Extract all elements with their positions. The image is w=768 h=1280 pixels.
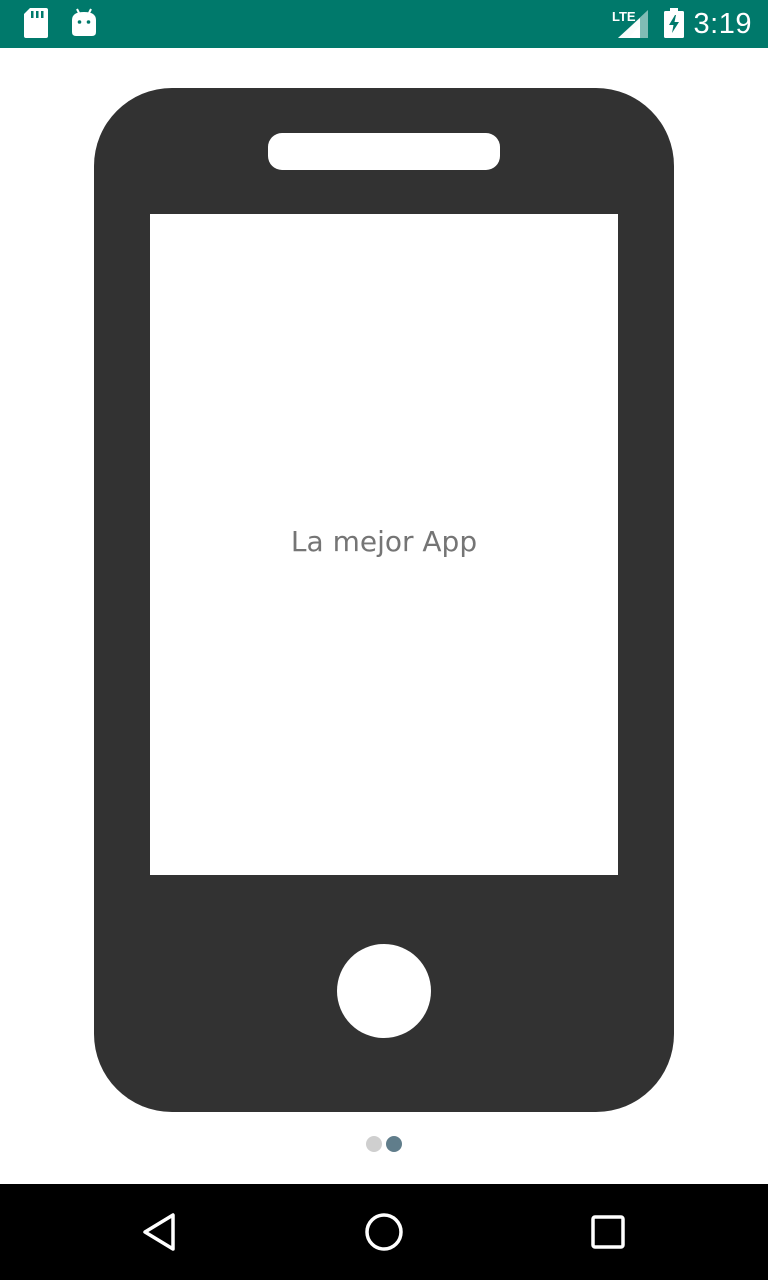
phone-illustration: La mejor App [94,88,674,1112]
android-icon [72,8,96,41]
status-time: 3:19 [693,8,752,40]
signal-icon [618,10,648,43]
page-dot-1[interactable] [366,1136,382,1152]
phone-home-button-graphic [337,944,431,1038]
status-bar: LTE 3:19 [0,0,768,48]
sd-card-icon [24,8,48,43]
phone-speaker [268,133,500,170]
battery-charging-icon [664,8,684,43]
back-icon[interactable] [138,1210,182,1254]
home-icon[interactable] [362,1210,406,1254]
page-indicator [0,1136,768,1152]
navigation-bar [0,1184,768,1280]
phone-screen: La mejor App [150,214,618,875]
main-content: La mejor App [0,48,768,1184]
screen-title: La mejor App [290,525,478,558]
recents-icon[interactable] [586,1210,630,1254]
page-dot-2[interactable] [386,1136,402,1152]
